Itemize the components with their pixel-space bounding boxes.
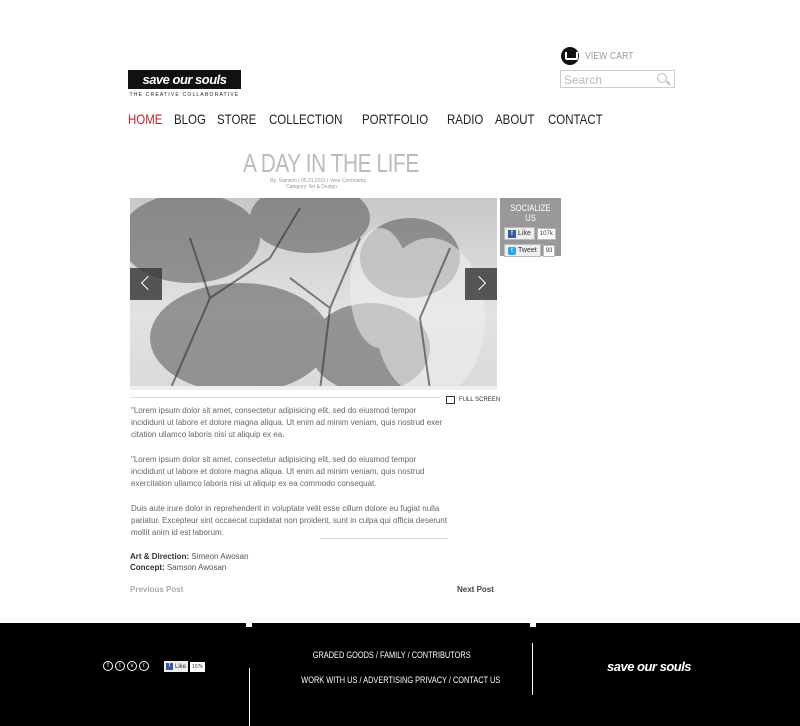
socialize-title: SOCIALIZE US (510, 203, 551, 223)
post-body: "Lorem ipsum dolor sit amet, consectetur… (131, 405, 451, 552)
tweet-label: Tweet (518, 247, 537, 254)
post-meta-category: Category: Art & Design (286, 184, 337, 190)
nav-contact[interactable]: CONTACT (548, 111, 603, 127)
footer-links-row2[interactable]: WORK WITH US / ADVERTISING PRIVACY / CON… (301, 675, 500, 685)
fullscreen-icon (446, 396, 455, 404)
tweet-count: 93 (542, 244, 556, 257)
cart-icon (561, 47, 579, 65)
slider-prev-button[interactable] (130, 268, 162, 300)
facebook-icon[interactable]: f (103, 661, 113, 671)
post-credits: Art & Direction: Simeon Awosan Concept: … (130, 551, 249, 573)
like-count: 107k (536, 227, 556, 240)
nav-blog[interactable]: BLOG (174, 111, 206, 127)
logo-tagline: THE CREATIVE COLLABORATIVE (129, 92, 240, 98)
post-paragraph: "Lorem ipsum dolor sit amet, consectetur… (131, 406, 443, 439)
facebook-icon: f (508, 229, 516, 238)
footer-social-icons: f t v r (103, 661, 149, 671)
facebook-icon: f (166, 663, 173, 670)
nav-home[interactable]: HOME (128, 111, 162, 127)
socialize-panel: SOCIALIZE US f Like 107k t Tweet 93 (500, 198, 561, 257)
footer-logo[interactable]: save our souls (607, 659, 692, 674)
footer-tab (246, 623, 252, 627)
post-paragraph: "Lorem ipsum dolor sit amet, consectetur… (131, 455, 425, 488)
footer-tab (530, 623, 536, 627)
credit-label: Art & Direction: (130, 552, 190, 561)
nav-portfolio[interactable]: PORTFOLIO (362, 111, 428, 127)
facebook-like-button[interactable]: f Like (504, 227, 535, 240)
facebook-like[interactable]: f Like 107k (504, 227, 557, 240)
nav-collection[interactable]: COLLECTION (269, 111, 342, 127)
nav-store[interactable]: STORE (217, 111, 256, 127)
twitter-icon[interactable]: t (115, 661, 125, 671)
view-cart-label: VIEW CART (585, 50, 634, 62)
like-label: Like (518, 230, 531, 237)
next-post-link[interactable]: Next Post (457, 585, 494, 594)
main-nav: HOME BLOG STORE COLLECTION PORTFOLIO RAD… (128, 111, 606, 127)
search-input[interactable] (561, 72, 656, 88)
view-cart-link[interactable]: VIEW CART (561, 47, 642, 65)
nav-about[interactable]: ABOUT (495, 111, 535, 127)
nav-radio[interactable]: RADIO (447, 111, 483, 127)
credit-value: Simeon Awosan (191, 552, 249, 561)
site-logo[interactable]: save our souls THE CREATIVE COLLABORATIV… (128, 70, 241, 98)
post-title: A DAY IN THE LIFE (243, 148, 419, 178)
image-slider (130, 198, 497, 390)
footer-divider (249, 668, 250, 726)
footer: f t v r f Like 107k GRADED GOODS / FAMILY… (0, 623, 800, 726)
divider (130, 397, 440, 398)
footer-like-count: 107k (190, 661, 205, 672)
logo-text: save our souls (128, 70, 241, 89)
post-paragraph: Duis aute irure dolor in reprehenderit i… (131, 504, 448, 537)
footer-like-button[interactable]: f Like (164, 661, 189, 672)
post-meta: By: Samson | 05.31.2011 | View Comments … (270, 178, 366, 190)
footer-divider (532, 643, 533, 695)
footer-facebook-like[interactable]: f Like 107k (164, 661, 205, 672)
previous-post-link[interactable]: Previous Post (130, 585, 183, 594)
like-label: Like (175, 663, 187, 670)
twitter-icon: t (508, 246, 516, 255)
chevron-right-icon (471, 275, 487, 291)
footer-link[interactable]: WORK WITH US / ADVERTISING PRIVACY / CON… (301, 675, 500, 685)
tweet-button[interactable]: t Tweet (504, 244, 541, 257)
slider-next-button[interactable] (465, 268, 497, 300)
tweet[interactable]: t Tweet 93 (504, 244, 557, 257)
search-box (560, 70, 675, 88)
fullscreen-label: FULL SCREEN (459, 397, 501, 403)
chevron-left-icon (140, 275, 156, 291)
fullscreen-button[interactable]: FULL SCREEN (446, 396, 500, 404)
search-icon[interactable] (657, 73, 667, 83)
rss-icon[interactable]: r (139, 661, 149, 671)
credit-value: Samson Awosan (166, 563, 227, 572)
slide-image (130, 198, 497, 390)
credit-label: Concept: (130, 563, 165, 572)
footer-link[interactable]: GRADED GOODS / FAMILY / CONTRIBUTORS (313, 650, 471, 660)
vimeo-icon[interactable]: v (127, 661, 137, 671)
footer-links-row1[interactable]: GRADED GOODS / FAMILY / CONTRIBUTORS (313, 650, 471, 660)
